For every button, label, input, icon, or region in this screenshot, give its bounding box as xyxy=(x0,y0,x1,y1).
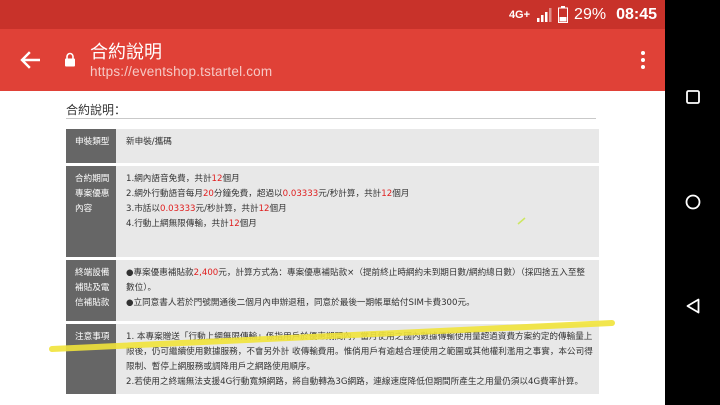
value-line: ●專案優惠補貼款2,400元，計算方式為：專案優惠補貼款×（提前終止時網約未到期… xyxy=(126,266,593,296)
clock: 08:45 xyxy=(616,5,657,23)
page-title: 合約說明 xyxy=(90,42,162,62)
overflow-menu-button[interactable] xyxy=(633,46,653,74)
value-text: 1. 本專案贈送「行動上網無限傳輸」係指用戶於優惠期間內，當月使用之國內數據傳輸… xyxy=(126,332,593,372)
home-button[interactable] xyxy=(665,182,720,222)
row-contract-benefits: 合約期間專案優惠內容 1.網內語音免費，共計12個月 2.網外行動語音每月20分鐘免… xyxy=(66,166,599,257)
battery-icon xyxy=(558,6,569,23)
highlighted-value: 12 xyxy=(258,204,270,214)
value-line: 1.網內語音免費，共計12個月 xyxy=(126,172,593,187)
value-text: 個月 xyxy=(239,219,257,229)
square-icon xyxy=(685,90,700,104)
row-notes: 注意事項 1. 本專案贈送「行動上網無限傳輸」係指用戶於優惠期間內，當月使用之國內… xyxy=(66,324,599,394)
row-label: 合約期間專案優惠內容 xyxy=(66,166,116,257)
highlighted-value: 12 xyxy=(211,174,223,184)
value-text: 新申裝/攜碼 xyxy=(126,137,172,147)
value-text: ●立同意書人若於門號開通後二個月內申辦退租，同意於最後一期帳單給付SIM卡費30… xyxy=(126,298,475,308)
menu-dot-icon xyxy=(641,58,645,62)
signal-icon xyxy=(537,7,552,22)
row-value: 新申裝/攜碼 xyxy=(116,129,599,163)
back-nav-button[interactable] xyxy=(665,286,720,326)
row-label: 申裝類型 xyxy=(66,129,116,163)
value-text: 3.市話以 xyxy=(126,204,160,214)
recents-button[interactable] xyxy=(665,77,720,117)
android-nav-bar xyxy=(665,0,720,405)
divider xyxy=(66,118,596,119)
value-text: 元/秒計算，共計 xyxy=(318,189,382,199)
value-line: 2.若使用之終端無法支援4G行動寬頻網路，將自動轉為3G網路，連線速度降低但期間… xyxy=(126,375,593,390)
value-line: 3.市話以0.03333元/秒計算，共計12個月 xyxy=(126,202,593,217)
menu-dot-icon xyxy=(641,65,645,69)
network-type: 4G+ xyxy=(508,8,531,21)
section-title: 合約說明： xyxy=(66,103,127,117)
row-value: ●專案優惠補貼款2,400元，計算方式為：專案優惠補貼款×（提前終止時網約未到期… xyxy=(116,260,599,321)
lock-icon xyxy=(64,52,76,71)
highlighted-value: 0.03333 xyxy=(282,189,319,199)
arrow-left-icon xyxy=(20,51,40,69)
highlighted-value: 12 xyxy=(228,219,240,229)
value-text: 4.行動上網無限傳輸，共計 xyxy=(126,219,229,229)
battery-percentage: 29% xyxy=(574,5,607,23)
highlighted-value: 20 xyxy=(202,189,214,199)
page-content: 合約說明： 申裝類型 新申裝/攜碼 合約期間專案優惠內容 1.網內語音免費，共計12個… xyxy=(0,91,665,405)
status-bar: 4G+ 29% 08:45 xyxy=(0,0,665,29)
phone-screen: 4G+ 29% 08:45 合約說明 https://eventshop.tst… xyxy=(0,0,665,405)
row-application-type: 申裝類型 新申裝/攜碼 xyxy=(66,129,599,163)
circle-icon xyxy=(685,194,700,210)
value-text: ●專案優惠補貼款 xyxy=(126,268,194,278)
row-subsidy: 終端設備補貼及電信補貼款 ●專案優惠補貼款2,400元，計算方式為：專案優惠補貼款… xyxy=(66,260,599,321)
highlighted-value: 0.03333 xyxy=(159,204,196,214)
value-line: 4.行動上網無限傳輸，共計12個月 xyxy=(126,217,593,232)
value-line: ●立同意書人若於門號開通後二個月內申辦退租，同意於最後一期帳單給付SIM卡費30… xyxy=(126,296,593,311)
row-label: 注意事項 xyxy=(66,324,116,394)
menu-dot-icon xyxy=(641,51,645,55)
status-indicators: 4G+ 29% 08:45 xyxy=(509,0,657,29)
value-text: 分鐘免費，超過以 xyxy=(213,189,283,199)
highlighted-value: 2,400 xyxy=(193,268,219,278)
value-text: 1.網內語音免費，共計 xyxy=(126,174,212,184)
triangle-back-icon xyxy=(686,298,699,314)
value-line: 2.網外行動語音每月20分鐘免費，超過以0.03333元/秒計算，共計12個月 xyxy=(126,187,593,202)
row-value: 1.網內語音免費，共計12個月 2.網外行動語音每月20分鐘免費，超過以0.033… xyxy=(116,166,599,257)
highlighted-value: 12 xyxy=(381,189,393,199)
value-text: 2.若使用之終端無法支援4G行動寬頻網路，將自動轉為3G網路，連線速度降低但期間… xyxy=(126,377,584,387)
back-button[interactable] xyxy=(10,40,50,80)
row-value: 1. 本專案贈送「行動上網無限傳輸」係指用戶於優惠期間內，當月使用之國內數據傳輸… xyxy=(116,324,599,394)
value-text: 個月 xyxy=(392,189,410,199)
terms-table: 申裝類型 新申裝/攜碼 合約期間專案優惠內容 1.網內語音免費，共計12個月 2.網外行… xyxy=(66,126,599,397)
value-line: 新申裝/攜碼 xyxy=(126,135,593,150)
page-url[interactable]: https://eventshop.tstartel.com xyxy=(90,64,272,79)
app-bar: 合約說明 https://eventshop.tstartel.com xyxy=(0,29,665,91)
value-text: 個月 xyxy=(222,174,240,184)
value-line: 1. 本專案贈送「行動上網無限傳輸」係指用戶於優惠期間內，當月使用之國內數據傳輸… xyxy=(126,330,593,375)
row-label: 終端設備補貼及電信補貼款 xyxy=(66,260,116,321)
value-text: 元/秒計算，共計 xyxy=(195,204,259,214)
value-text: 個月 xyxy=(269,204,287,214)
value-text: 2.網外行動語音每月 xyxy=(126,189,203,199)
